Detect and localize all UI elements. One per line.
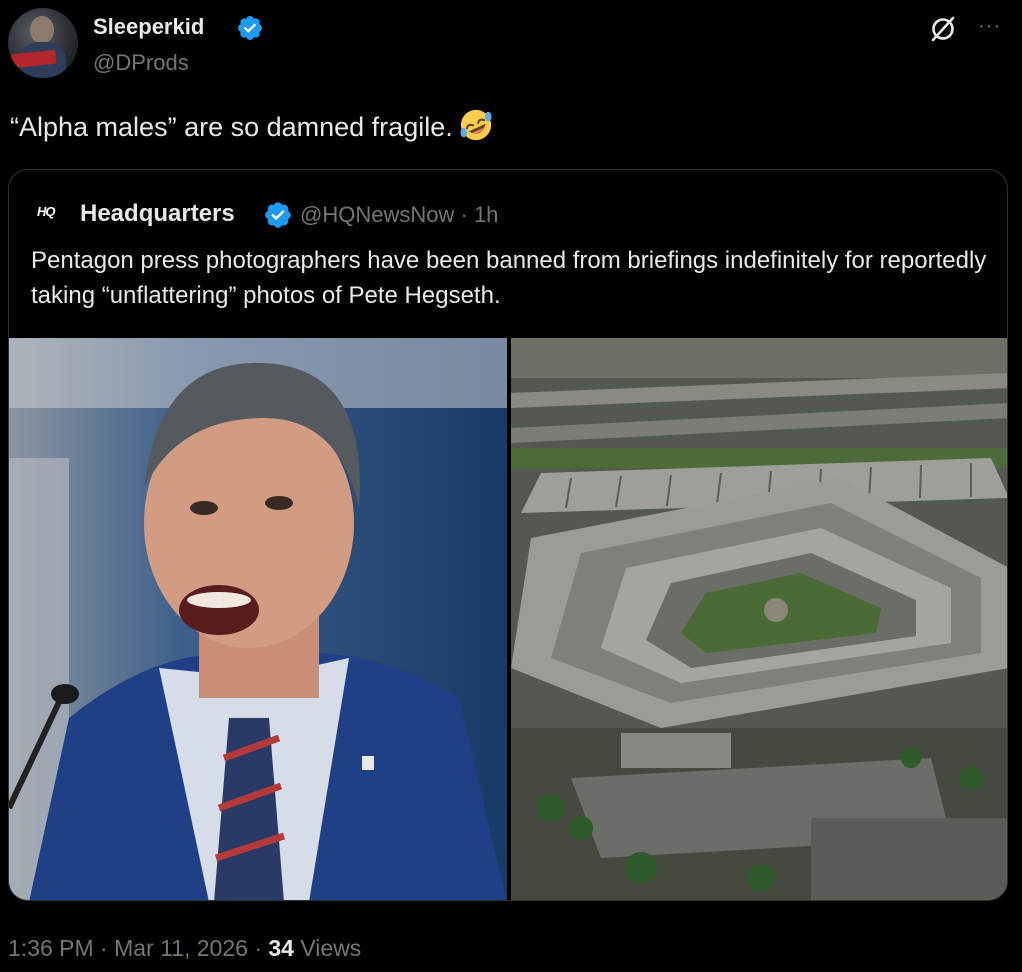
views-count: 34	[268, 935, 294, 961]
quoted-tweet-card[interactable]: HQ Headquarters @HQNewsNow · 1h Pentagon…	[8, 169, 1008, 901]
verified-badge-icon	[238, 16, 262, 40]
photo-pentagon-illustration	[511, 338, 1007, 900]
quoted-verified-badge-icon	[265, 202, 291, 228]
more-options-icon[interactable]: ···	[978, 14, 1008, 38]
quoted-separator: ·	[460, 202, 468, 227]
hq-logo-icon: HQ	[37, 204, 56, 219]
rolling-laughing-emoji-icon	[460, 109, 492, 141]
meta-separator-1: ·	[100, 935, 108, 961]
quoted-text: Pentagon press photographers have been b…	[31, 247, 987, 309]
tweet-date[interactable]: Mar 11, 2026	[114, 935, 248, 961]
author-display-name[interactable]: Sleeperkid	[93, 14, 204, 40]
quoted-display-name[interactable]: Headquarters	[80, 200, 235, 228]
tweet-text-body: “Alpha males” are so damned fragile.	[10, 112, 453, 142]
author-handle[interactable]: @DProds	[93, 50, 189, 76]
tweet-text: “Alpha males” are so damned fragile.	[10, 108, 493, 143]
photo-man-shouting-illustration	[9, 338, 507, 900]
photo-man-shouting-at-podium[interactable]	[9, 338, 507, 900]
quoted-meta: @HQNewsNow · 1h	[300, 202, 498, 228]
tweet-timestamp: 1:36 PM · Mar 11, 2026 · 34 Views	[8, 935, 361, 962]
meta-separator-2: ·	[254, 935, 262, 961]
views-label: Views	[300, 935, 362, 961]
tweet: Sleeperkid @DProds ··· “Alpha males” are…	[0, 0, 1022, 972]
grok-icon[interactable]	[928, 14, 958, 44]
photo-pentagon-aerial[interactable]	[511, 338, 1007, 900]
quoted-handle[interactable]: @HQNewsNow	[300, 202, 454, 227]
avatar-head	[30, 16, 54, 44]
quoted-time[interactable]: 1h	[474, 202, 498, 227]
avatar[interactable]	[8, 8, 78, 78]
tweet-time[interactable]: 1:36 PM	[8, 935, 94, 961]
